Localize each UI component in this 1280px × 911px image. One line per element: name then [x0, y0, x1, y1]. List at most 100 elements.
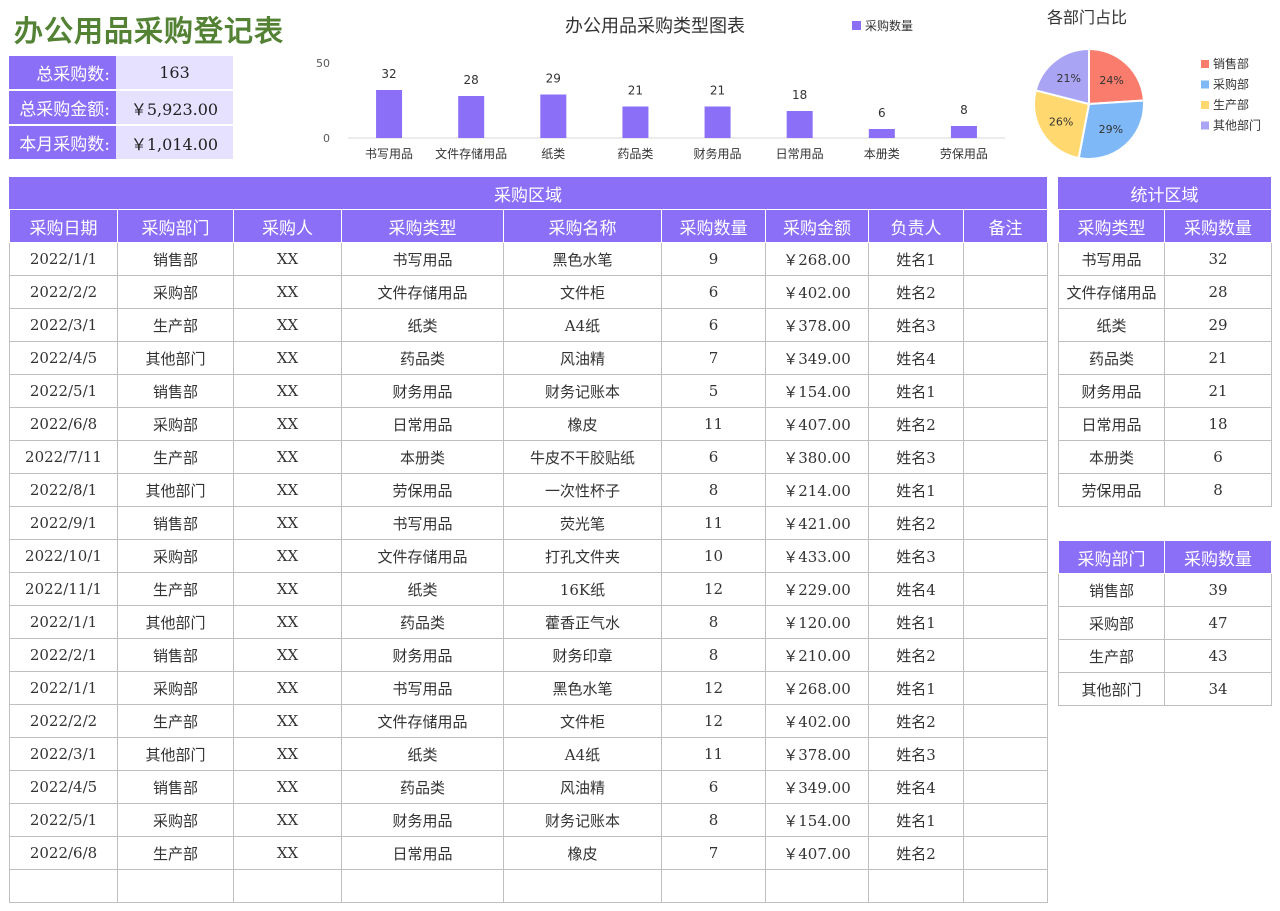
table-cell[interactable]: 2022/4/5: [9, 770, 118, 804]
table-cell[interactable]: 7: [661, 836, 766, 870]
table-cell[interactable]: ￥378.00: [765, 737, 869, 771]
table-cell[interactable]: 劳保用品: [341, 473, 504, 507]
table-cell[interactable]: ￥433.00: [765, 539, 869, 573]
table-cell[interactable]: 本册类: [1058, 440, 1165, 474]
table-cell[interactable]: [963, 869, 1048, 903]
table-cell[interactable]: 12: [661, 572, 766, 606]
table-cell[interactable]: 姓名2: [868, 638, 964, 672]
table-cell[interactable]: 日常用品: [1058, 407, 1165, 441]
table-cell[interactable]: 8: [661, 638, 766, 672]
table-cell[interactable]: 姓名4: [868, 770, 964, 804]
table-cell[interactable]: [963, 836, 1048, 870]
table-cell[interactable]: 姓名2: [868, 275, 964, 309]
table-cell[interactable]: 12: [661, 704, 766, 738]
table-cell[interactable]: XX: [233, 803, 342, 837]
table-cell[interactable]: XX: [233, 473, 342, 507]
table-cell[interactable]: 其他部门: [117, 737, 234, 771]
table-cell[interactable]: A4纸: [503, 308, 662, 342]
table-cell[interactable]: 2022/4/5: [9, 341, 118, 375]
table-cell[interactable]: XX: [233, 275, 342, 309]
table-cell[interactable]: 29: [1164, 308, 1272, 342]
table-cell[interactable]: XX: [233, 638, 342, 672]
table-cell[interactable]: 6: [661, 275, 766, 309]
table-cell[interactable]: 生产部: [117, 572, 234, 606]
table-cell[interactable]: 8: [661, 605, 766, 639]
table-cell[interactable]: XX: [233, 308, 342, 342]
table-cell[interactable]: 采购部: [1058, 606, 1165, 640]
table-cell[interactable]: [963, 737, 1048, 771]
table-cell[interactable]: ￥407.00: [765, 407, 869, 441]
table-cell[interactable]: XX: [233, 440, 342, 474]
table-cell[interactable]: 藿香正气水: [503, 605, 662, 639]
table-cell[interactable]: [963, 308, 1048, 342]
table-cell[interactable]: XX: [233, 704, 342, 738]
table-cell[interactable]: 其他部门: [117, 605, 234, 639]
table-cell[interactable]: ￥154.00: [765, 374, 869, 408]
table-cell[interactable]: 16K纸: [503, 572, 662, 606]
table-cell[interactable]: 生产部: [117, 836, 234, 870]
table-cell[interactable]: 6: [661, 770, 766, 804]
table-cell[interactable]: 姓名4: [868, 572, 964, 606]
table-cell[interactable]: ￥268.00: [765, 671, 869, 705]
table-cell[interactable]: 6: [661, 440, 766, 474]
table-cell[interactable]: XX: [233, 341, 342, 375]
table-cell[interactable]: ￥268.00: [765, 242, 869, 276]
table-cell[interactable]: 2022/1/1: [9, 605, 118, 639]
table-cell[interactable]: 采购部: [117, 407, 234, 441]
table-cell[interactable]: 姓名1: [868, 473, 964, 507]
table-cell[interactable]: [9, 869, 118, 903]
table-cell[interactable]: 7: [661, 341, 766, 375]
table-cell[interactable]: 姓名3: [868, 737, 964, 771]
table-cell[interactable]: [963, 506, 1048, 540]
table-cell[interactable]: 风油精: [503, 341, 662, 375]
table-cell[interactable]: 21: [1164, 341, 1272, 375]
table-cell[interactable]: 采购部: [117, 803, 234, 837]
table-cell[interactable]: ￥229.00: [765, 572, 869, 606]
table-cell[interactable]: 2022/8/1: [9, 473, 118, 507]
table-cell[interactable]: 本册类: [341, 440, 504, 474]
table-cell[interactable]: 销售部: [117, 374, 234, 408]
table-cell[interactable]: 销售部: [117, 242, 234, 276]
table-cell[interactable]: 2022/1/1: [9, 242, 118, 276]
table-cell[interactable]: [868, 869, 964, 903]
table-cell[interactable]: 采购部: [117, 671, 234, 705]
table-cell[interactable]: 姓名3: [868, 539, 964, 573]
table-cell[interactable]: 2022/7/11: [9, 440, 118, 474]
table-cell[interactable]: ￥349.00: [765, 770, 869, 804]
table-cell[interactable]: 荧光笔: [503, 506, 662, 540]
table-cell[interactable]: 其他部门: [1058, 672, 1165, 706]
table-cell[interactable]: XX: [233, 605, 342, 639]
table-cell[interactable]: XX: [233, 407, 342, 441]
table-cell[interactable]: 其他部门: [117, 341, 234, 375]
table-cell[interactable]: 文件存储用品: [1058, 275, 1165, 309]
table-cell[interactable]: [963, 407, 1048, 441]
table-cell[interactable]: ￥120.00: [765, 605, 869, 639]
table-cell[interactable]: 2022/10/1: [9, 539, 118, 573]
table-cell[interactable]: 47: [1164, 606, 1272, 640]
table-cell[interactable]: 药品类: [341, 605, 504, 639]
table-cell[interactable]: 生产部: [117, 704, 234, 738]
table-cell[interactable]: 姓名1: [868, 374, 964, 408]
table-cell[interactable]: 8: [1164, 473, 1272, 507]
table-cell[interactable]: 11: [661, 407, 766, 441]
table-cell[interactable]: 2022/2/2: [9, 704, 118, 738]
table-cell[interactable]: 姓名2: [868, 407, 964, 441]
table-cell[interactable]: 姓名2: [868, 506, 964, 540]
table-cell[interactable]: 2022/5/1: [9, 803, 118, 837]
table-cell[interactable]: 生产部: [117, 440, 234, 474]
table-cell[interactable]: 2022/6/8: [9, 407, 118, 441]
table-cell[interactable]: [963, 704, 1048, 738]
table-cell[interactable]: 橡皮: [503, 407, 662, 441]
table-cell[interactable]: [117, 869, 234, 903]
table-cell[interactable]: 药品类: [1058, 341, 1165, 375]
table-cell[interactable]: [963, 803, 1048, 837]
table-cell[interactable]: 书写用品: [1058, 242, 1165, 276]
table-cell[interactable]: [963, 572, 1048, 606]
table-cell[interactable]: ￥214.00: [765, 473, 869, 507]
table-cell[interactable]: 财务用品: [341, 803, 504, 837]
table-cell[interactable]: 43: [1164, 639, 1272, 673]
table-cell[interactable]: ￥378.00: [765, 308, 869, 342]
table-cell[interactable]: 8: [661, 803, 766, 837]
table-cell[interactable]: 风油精: [503, 770, 662, 804]
table-cell[interactable]: 姓名3: [868, 440, 964, 474]
